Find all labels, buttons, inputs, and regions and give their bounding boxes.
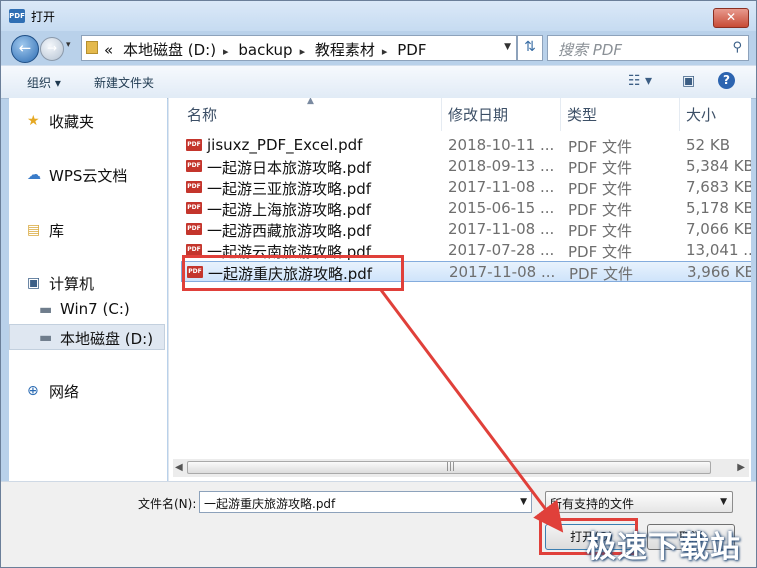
annotation-arrow <box>379 289 564 533</box>
watermark-logo: 极速下载站 <box>586 530 741 565</box>
open-file-dialog: PDF 打开 ✕ ← → ▾ « 本地磁盘 (D:) ▸ backup ▸ 教程素材… <box>0 0 757 568</box>
